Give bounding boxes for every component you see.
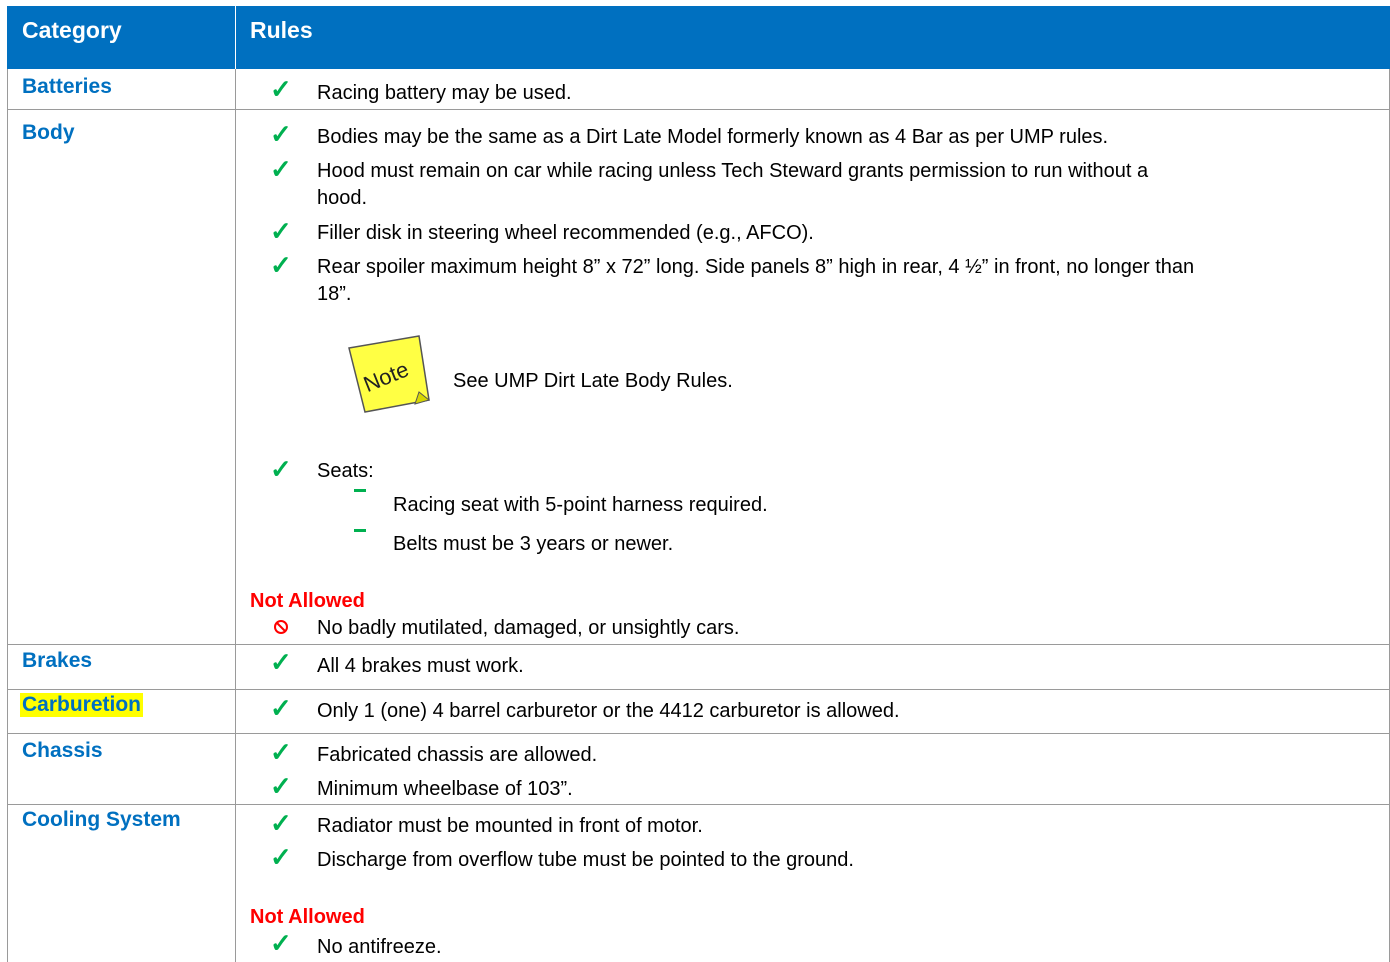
row-divider	[7, 733, 1390, 734]
note-text: See UMP Dirt Late Body Rules.	[453, 370, 733, 392]
row-divider	[7, 689, 1390, 690]
dash-icon	[354, 529, 366, 532]
category-chassis: Chassis	[22, 739, 103, 762]
check-icon: ✓	[270, 693, 292, 723]
seats-label: Seats:	[317, 460, 374, 482]
category-batteries: Batteries	[22, 75, 112, 98]
row-divider	[7, 644, 1390, 645]
rule-text: Radiator must be mounted in front of mot…	[317, 815, 703, 837]
rule-text: Bodies may be the same as a Dirt Late Mo…	[317, 126, 1109, 148]
check-icon: ✓	[270, 842, 292, 872]
category-column-header: Category	[22, 17, 122, 43]
not-allowed-text: No antifreeze.	[317, 936, 442, 958]
category-carburetion: Carburetion	[20, 693, 144, 717]
check-icon: ✓	[270, 216, 292, 246]
not-allowed-heading: Not Allowed	[250, 906, 365, 928]
check-icon: ✓	[270, 454, 292, 484]
dash-icon	[354, 489, 366, 492]
category-cooling-system: Cooling System	[22, 808, 181, 831]
check-icon: ✓	[270, 154, 292, 184]
rule-text: Fabricated chassis are allowed.	[317, 744, 598, 766]
check-icon: ✓	[270, 119, 292, 149]
check-icon: ✓	[270, 771, 292, 801]
sticky-note-icon: Note	[345, 334, 435, 414]
check-icon: ✓	[270, 808, 292, 838]
not-allowed-heading: Not Allowed	[250, 590, 365, 612]
category-body: Body	[22, 121, 75, 144]
check-icon: ✓	[270, 928, 292, 958]
rule-text-continued: 18”.	[317, 283, 352, 305]
check-icon: ✓	[270, 250, 292, 280]
rule-text: Rear spoiler maximum height 8” x 72” lon…	[317, 256, 1195, 278]
prohibited-icon	[274, 620, 288, 634]
sub-rule-text: Racing seat with 5-point harness require…	[393, 494, 768, 516]
rule-text: Filler disk in steering wheel recommende…	[317, 222, 814, 244]
category-brakes: Brakes	[22, 649, 93, 672]
check-icon: ✓	[270, 74, 292, 104]
column-divider	[235, 69, 236, 962]
row-divider	[7, 804, 1390, 805]
rule-text: Only 1 (one) 4 barrel carburetor or the …	[317, 700, 900, 722]
row-divider	[7, 109, 1390, 110]
check-icon: ✓	[270, 647, 292, 677]
rule-text: Discharge from overflow tube must be poi…	[317, 849, 854, 871]
header-divider	[235, 6, 236, 69]
not-allowed-text: No badly mutilated, damaged, or unsightl…	[317, 617, 740, 639]
rule-text-continued: hood.	[317, 187, 368, 209]
sticky-note-graphic: Note	[348, 335, 431, 413]
table-left-border	[7, 69, 8, 962]
rule-text: All 4 brakes must work.	[317, 655, 524, 677]
sub-rule-text: Belts must be 3 years or newer.	[393, 533, 674, 555]
check-icon: ✓	[270, 737, 292, 767]
rule-text: Racing battery may be used.	[317, 82, 572, 104]
rule-text: Hood must remain on car while racing unl…	[317, 160, 1149, 182]
rule-text: Minimum wheelbase of 103”.	[317, 778, 573, 800]
rules-column-header: Rules	[250, 17, 313, 43]
table-header: Category Rules	[7, 6, 1390, 69]
